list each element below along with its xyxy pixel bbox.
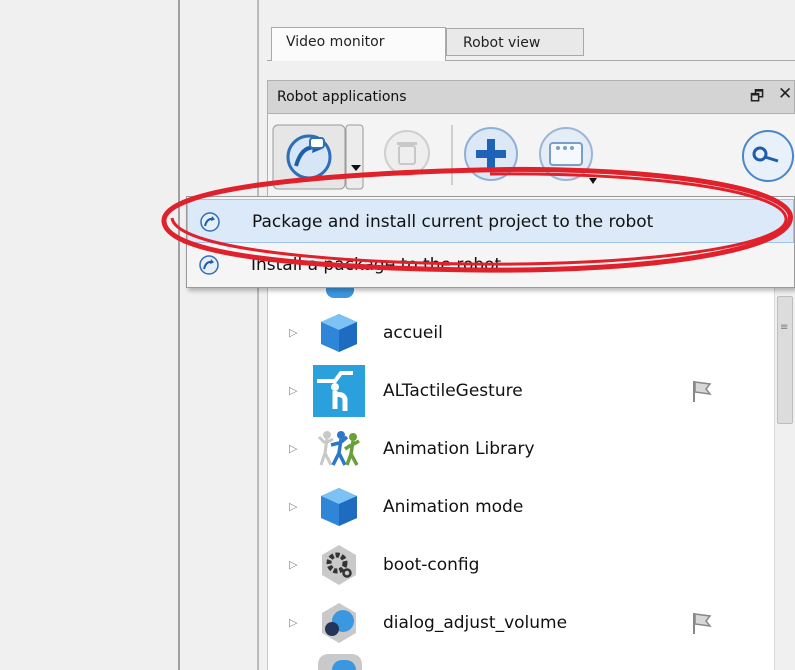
list-item[interactable]: ▷ dialog_adjust_volume (267, 594, 774, 652)
left-pane (0, 0, 178, 670)
expand-arrow-icon[interactable]: ▷ (289, 384, 297, 397)
expand-arrow-icon[interactable]: ▷ (289, 616, 297, 629)
panel-title: Robot applications (277, 89, 407, 105)
grip-icon: ≡ (780, 322, 789, 333)
expand-arrow-icon[interactable]: ▷ (289, 558, 297, 571)
list-item[interactable]: ▷ Animation mode (267, 478, 774, 536)
annotation-ellipse (161, 166, 793, 273)
touch-gesture-icon (313, 365, 365, 417)
dialog-bubble-icon (322, 603, 356, 643)
cube-icon (321, 314, 357, 352)
app-name: Animation mode (383, 497, 524, 517)
list-item[interactable]: ▷ boot-config (267, 536, 774, 594)
scroll-thumb[interactable] (777, 296, 793, 424)
list-item[interactable]: ▷ accueil (267, 304, 774, 362)
tab-video-monitor[interactable]: Video monitor (271, 27, 446, 61)
gear-hexagon-icon (322, 545, 356, 585)
expand-arrow-icon[interactable]: ▷ (289, 442, 297, 455)
splitter-left[interactable] (178, 0, 180, 670)
tab-label: Video monitor (286, 34, 385, 50)
expand-arrow-icon[interactable]: ▷ (289, 500, 297, 513)
app-name: ALTactileGesture (383, 381, 523, 401)
expand-arrow-icon[interactable]: ▷ (289, 326, 297, 339)
tab-robot-view[interactable]: Robot view (446, 28, 584, 56)
flag-icon (693, 613, 712, 634)
list-item[interactable]: ▷ Animation Library (267, 420, 774, 478)
dancers-icon (317, 431, 360, 466)
app-name: boot-config (383, 555, 480, 575)
cube-icon (321, 488, 357, 526)
partial-row-icon-dot (332, 660, 356, 670)
tab-label: Robot view (463, 35, 541, 51)
flag-icon (693, 381, 712, 402)
app-name: Animation Library (383, 439, 535, 459)
app-name: dialog_adjust_volume (383, 613, 568, 633)
float-window-icon[interactable]: 🗗 (750, 86, 764, 111)
panel-header: Robot applications (267, 80, 795, 114)
app-name: accueil (383, 323, 443, 343)
list-item[interactable]: ▷ ALTactileGesture (267, 362, 774, 420)
close-icon[interactable]: ✕ (778, 84, 792, 104)
